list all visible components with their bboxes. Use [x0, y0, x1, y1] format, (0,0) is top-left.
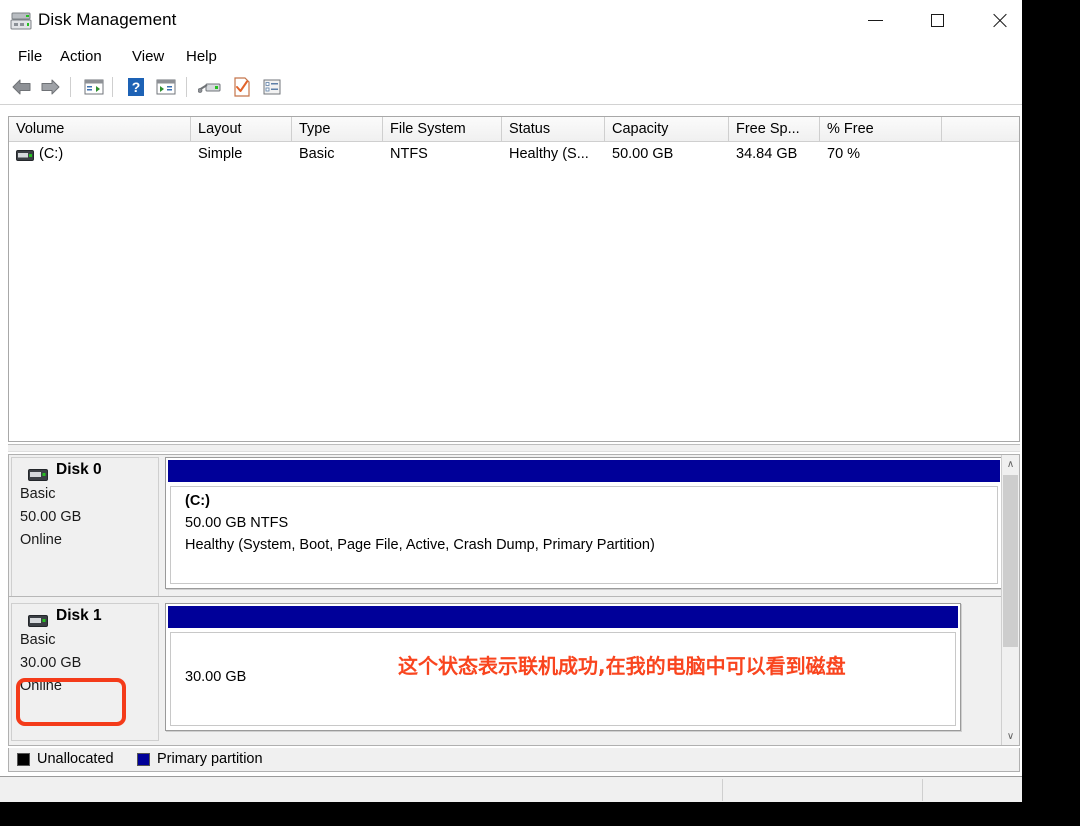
legend-swatch-primary	[137, 752, 150, 766]
graphview-vertical-scrollbar[interactable]: ∧ ∨	[1001, 455, 1019, 745]
volume-list-view[interactable]: Volume Layout Type File System Status Ca…	[8, 116, 1020, 442]
legend-bar: Unallocated Primary partition	[8, 748, 1020, 772]
column-header-capacity[interactable]: Capacity	[605, 117, 729, 141]
pane-splitter[interactable]	[8, 444, 1020, 452]
column-header-volume[interactable]: Volume	[9, 117, 191, 141]
partition-label-size: 50.00 GB NTFS	[185, 515, 289, 531]
column-header-spacer[interactable]	[942, 117, 1019, 141]
volume-drive-icon	[16, 148, 34, 161]
cell-capacity: 50.00 GB	[612, 146, 674, 162]
close-button[interactable]	[968, 0, 1030, 40]
partition-color-bar	[168, 460, 1000, 482]
window-title: Disk Management	[38, 10, 177, 29]
disk-status-0: Online	[20, 532, 62, 548]
minimize-icon	[867, 19, 883, 21]
cell-status: Healthy (S...	[509, 146, 589, 162]
legend-item-unallocated: Unallocated	[17, 751, 114, 767]
status-segment-2	[922, 779, 1012, 801]
disk-info-panel-1[interactable]: Disk 1 Basic 30.00 GB Online	[11, 603, 159, 741]
status-bar	[0, 776, 1022, 802]
column-header-file-system[interactable]: File System	[383, 117, 502, 141]
cell-free-space: 34.84 GB	[736, 146, 798, 162]
partition-label-status: Healthy (System, Boot, Page File, Active…	[185, 537, 655, 553]
maximize-button[interactable]	[906, 0, 968, 40]
disk-info-panel-0[interactable]: Disk 0 Basic 50.00 GB Online	[11, 457, 159, 597]
back-icon[interactable]	[10, 75, 34, 99]
toolbar-separator	[112, 77, 113, 97]
toolbar-separator	[70, 77, 71, 97]
column-header-percent-free[interactable]: % Free	[820, 117, 942, 141]
partition-details: (C:) 50.00 GB NTFS Healthy (System, Boot…	[170, 486, 998, 584]
menu-item-help[interactable]: Help	[180, 46, 223, 67]
cell-layout: Simple	[198, 146, 243, 162]
partition-details: 30.00 GB	[170, 632, 956, 726]
minimize-button[interactable]	[844, 0, 906, 40]
scrollbar-thumb[interactable]	[1003, 475, 1018, 647]
scroll-up-arrow-icon[interactable]: ∧	[1002, 455, 1019, 473]
column-header-layout[interactable]: Layout	[191, 117, 292, 141]
legend-label-primary: Primary partition	[157, 751, 263, 767]
forward-icon[interactable]	[38, 75, 62, 99]
screenshot-root: Disk Management File Action View Help ? …	[0, 0, 1080, 826]
legend-label-unallocated: Unallocated	[37, 751, 114, 767]
graphical-disk-view[interactable]: Disk 0 Basic 50.00 GB Online (C:) 50.00 …	[8, 454, 1020, 746]
annotation-note-text: 这个状态表示联机成功,在我的电脑中可以看到磁盘	[398, 654, 846, 678]
cell-file-system: NTFS	[390, 146, 428, 162]
disk-drive-icon	[28, 614, 48, 627]
legend-swatch-unallocated	[17, 752, 30, 766]
disk-type-0: Basic	[20, 486, 56, 502]
menu-item-file[interactable]: File	[12, 46, 48, 67]
disk-status-1: Online	[20, 678, 62, 694]
partition-label-size: 30.00 GB	[185, 669, 247, 685]
close-icon	[991, 12, 1008, 29]
disk-drive-icon	[28, 468, 48, 481]
status-segment-0	[12, 779, 722, 801]
column-header-status[interactable]: Status	[502, 117, 605, 141]
disk-management-window: Disk Management File Action View Help ? …	[0, 0, 1022, 802]
disk-row-0[interactable]: Disk 0 Basic 50.00 GB Online (C:) 50.00 …	[9, 455, 1003, 597]
menu-item-view[interactable]: View	[126, 46, 170, 67]
table-row[interactable]: (C:) Simple Basic NTFS Healthy (S... 50.…	[9, 143, 1019, 165]
svg-text:?: ?	[132, 79, 141, 95]
scroll-down-arrow-icon[interactable]: ∨	[1002, 727, 1019, 745]
disk-row-divider	[9, 596, 1001, 597]
cell-type: Basic	[299, 146, 335, 162]
cell-volume: (C:)	[39, 146, 64, 162]
cell-percent-free: 70 %	[827, 146, 861, 162]
legend-item-primary-partition: Primary partition	[137, 751, 263, 767]
toolbar: ?	[0, 70, 1022, 105]
disk-type-1: Basic	[20, 632, 56, 648]
title-bar: Disk Management	[0, 0, 1022, 44]
menu-bar: File Action View Help	[0, 44, 1022, 70]
partition-c-drive[interactable]: (C:) 50.00 GB NTFS Healthy (System, Boot…	[165, 457, 1003, 589]
show-hide-action-pane-icon[interactable]	[154, 75, 178, 99]
disk-size-0: 50.00 GB	[20, 509, 82, 525]
partition-label-drive: (C:)	[185, 493, 210, 509]
partition-color-bar	[168, 606, 958, 628]
rescan-disks-icon[interactable]	[198, 75, 222, 99]
properties-icon[interactable]	[230, 75, 254, 99]
maximize-icon	[930, 13, 944, 27]
column-header-type[interactable]: Type	[292, 117, 383, 141]
disk-name-1: Disk 1	[56, 607, 102, 624]
help-icon[interactable]: ?	[124, 75, 148, 99]
column-header-row: Volume Layout Type File System Status Ca…	[9, 117, 1019, 142]
show-hide-console-tree-icon[interactable]	[82, 75, 106, 99]
menu-item-action[interactable]: Action	[54, 46, 108, 67]
list-view-icon[interactable]	[260, 75, 284, 99]
toolbar-separator	[186, 77, 187, 97]
disk-name-0: Disk 0	[56, 461, 102, 478]
disk-size-1: 30.00 GB	[20, 655, 82, 671]
disk-drive-icon	[10, 12, 32, 30]
status-segment-1	[722, 779, 922, 801]
column-header-free-space[interactable]: Free Sp...	[729, 117, 820, 141]
